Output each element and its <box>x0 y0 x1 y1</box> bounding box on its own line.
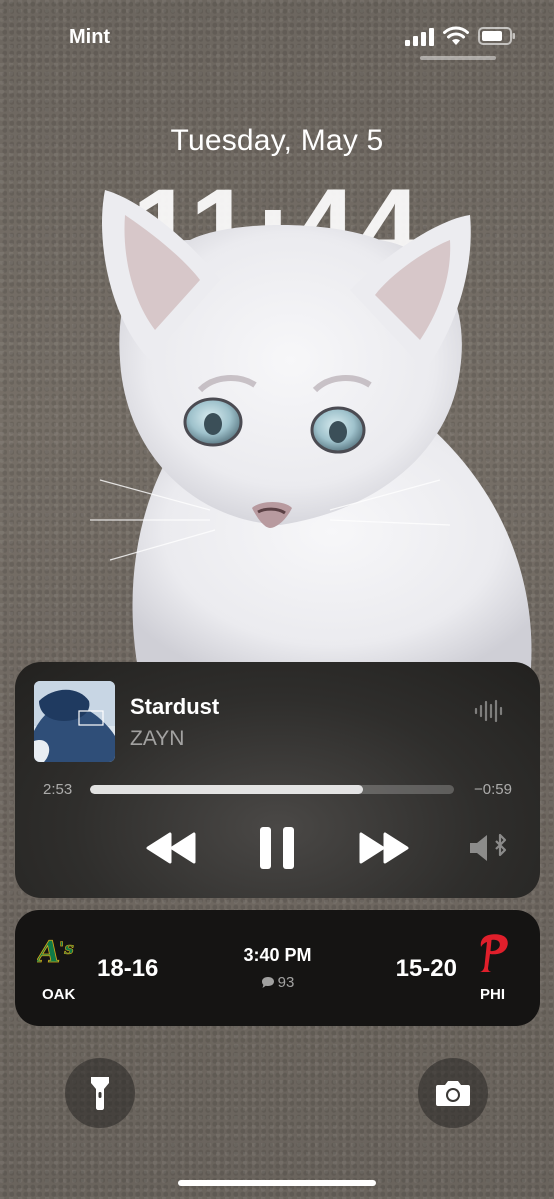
notification-handle[interactable] <box>420 56 496 60</box>
now-playing-widget[interactable]: Stardust ZAYN 2:53 −0:59 <box>15 662 540 898</box>
home-team-abbr: PHI <box>480 986 506 1003</box>
lock-date: Tuesday, May 5 <box>170 124 384 157</box>
comment-count-value: 93 <box>277 974 295 991</box>
cellular-signal-icon <box>405 28 434 46</box>
flashlight-button[interactable] <box>65 1058 135 1128</box>
status-bar: Mint <box>0 0 554 60</box>
track-artist: ZAYN <box>130 727 185 750</box>
progress-fill <box>90 785 363 794</box>
album-artwork[interactable] <box>34 681 115 762</box>
fast-forward-icon[interactable] <box>358 832 410 864</box>
pause-icon[interactable] <box>258 825 296 871</box>
phillies-logo-icon <box>480 934 508 972</box>
camera-button[interactable] <box>418 1058 488 1128</box>
game-time: 3:40 PM <box>243 945 312 965</box>
flashlight-icon <box>91 1077 109 1110</box>
wallpaper-cat <box>90 190 532 680</box>
battery-icon <box>478 27 515 45</box>
camera-icon <box>436 1081 470 1106</box>
rewind-icon[interactable] <box>145 832 197 864</box>
wifi-icon <box>443 26 469 45</box>
speaker-bluetooth-icon[interactable] <box>468 832 510 864</box>
home-team-record: 15-20 <box>395 955 457 982</box>
home-indicator[interactable] <box>178 1180 376 1186</box>
progress-bar[interactable] <box>90 785 454 794</box>
waveform-icon[interactable] <box>473 699 505 723</box>
live-score-widget[interactable]: A 's OAK 18-16 3:40 PM 93 15-20 PHI <box>15 910 540 1026</box>
remaining-time: −0:59 <box>474 781 512 798</box>
elapsed-time: 2:53 <box>43 781 73 798</box>
carrier-name: Mint <box>69 26 111 48</box>
comment-count: 93 <box>15 974 540 991</box>
chat-bubble-icon <box>261 977 274 988</box>
track-title: Stardust <box>130 694 220 719</box>
